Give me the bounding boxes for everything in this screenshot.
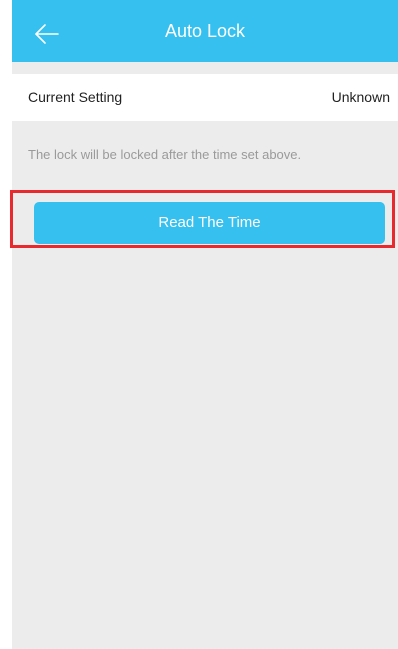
- top-bar: Auto Lock: [12, 0, 398, 62]
- current-setting-row: Current Setting Unknown: [12, 74, 398, 121]
- auto-lock-hint: The lock will be locked after the time s…: [28, 147, 302, 162]
- page-title: Auto Lock: [164, 21, 246, 41]
- app-screen: Auto Lock Current Setting Unknown The lo…: [10, 0, 398, 649]
- current-setting-label: Current Setting: [28, 89, 123, 105]
- section-divider: [12, 62, 398, 74]
- current-setting-value: Unknown: [331, 89, 390, 105]
- read-time-button[interactable]: Read The Time: [34, 202, 385, 244]
